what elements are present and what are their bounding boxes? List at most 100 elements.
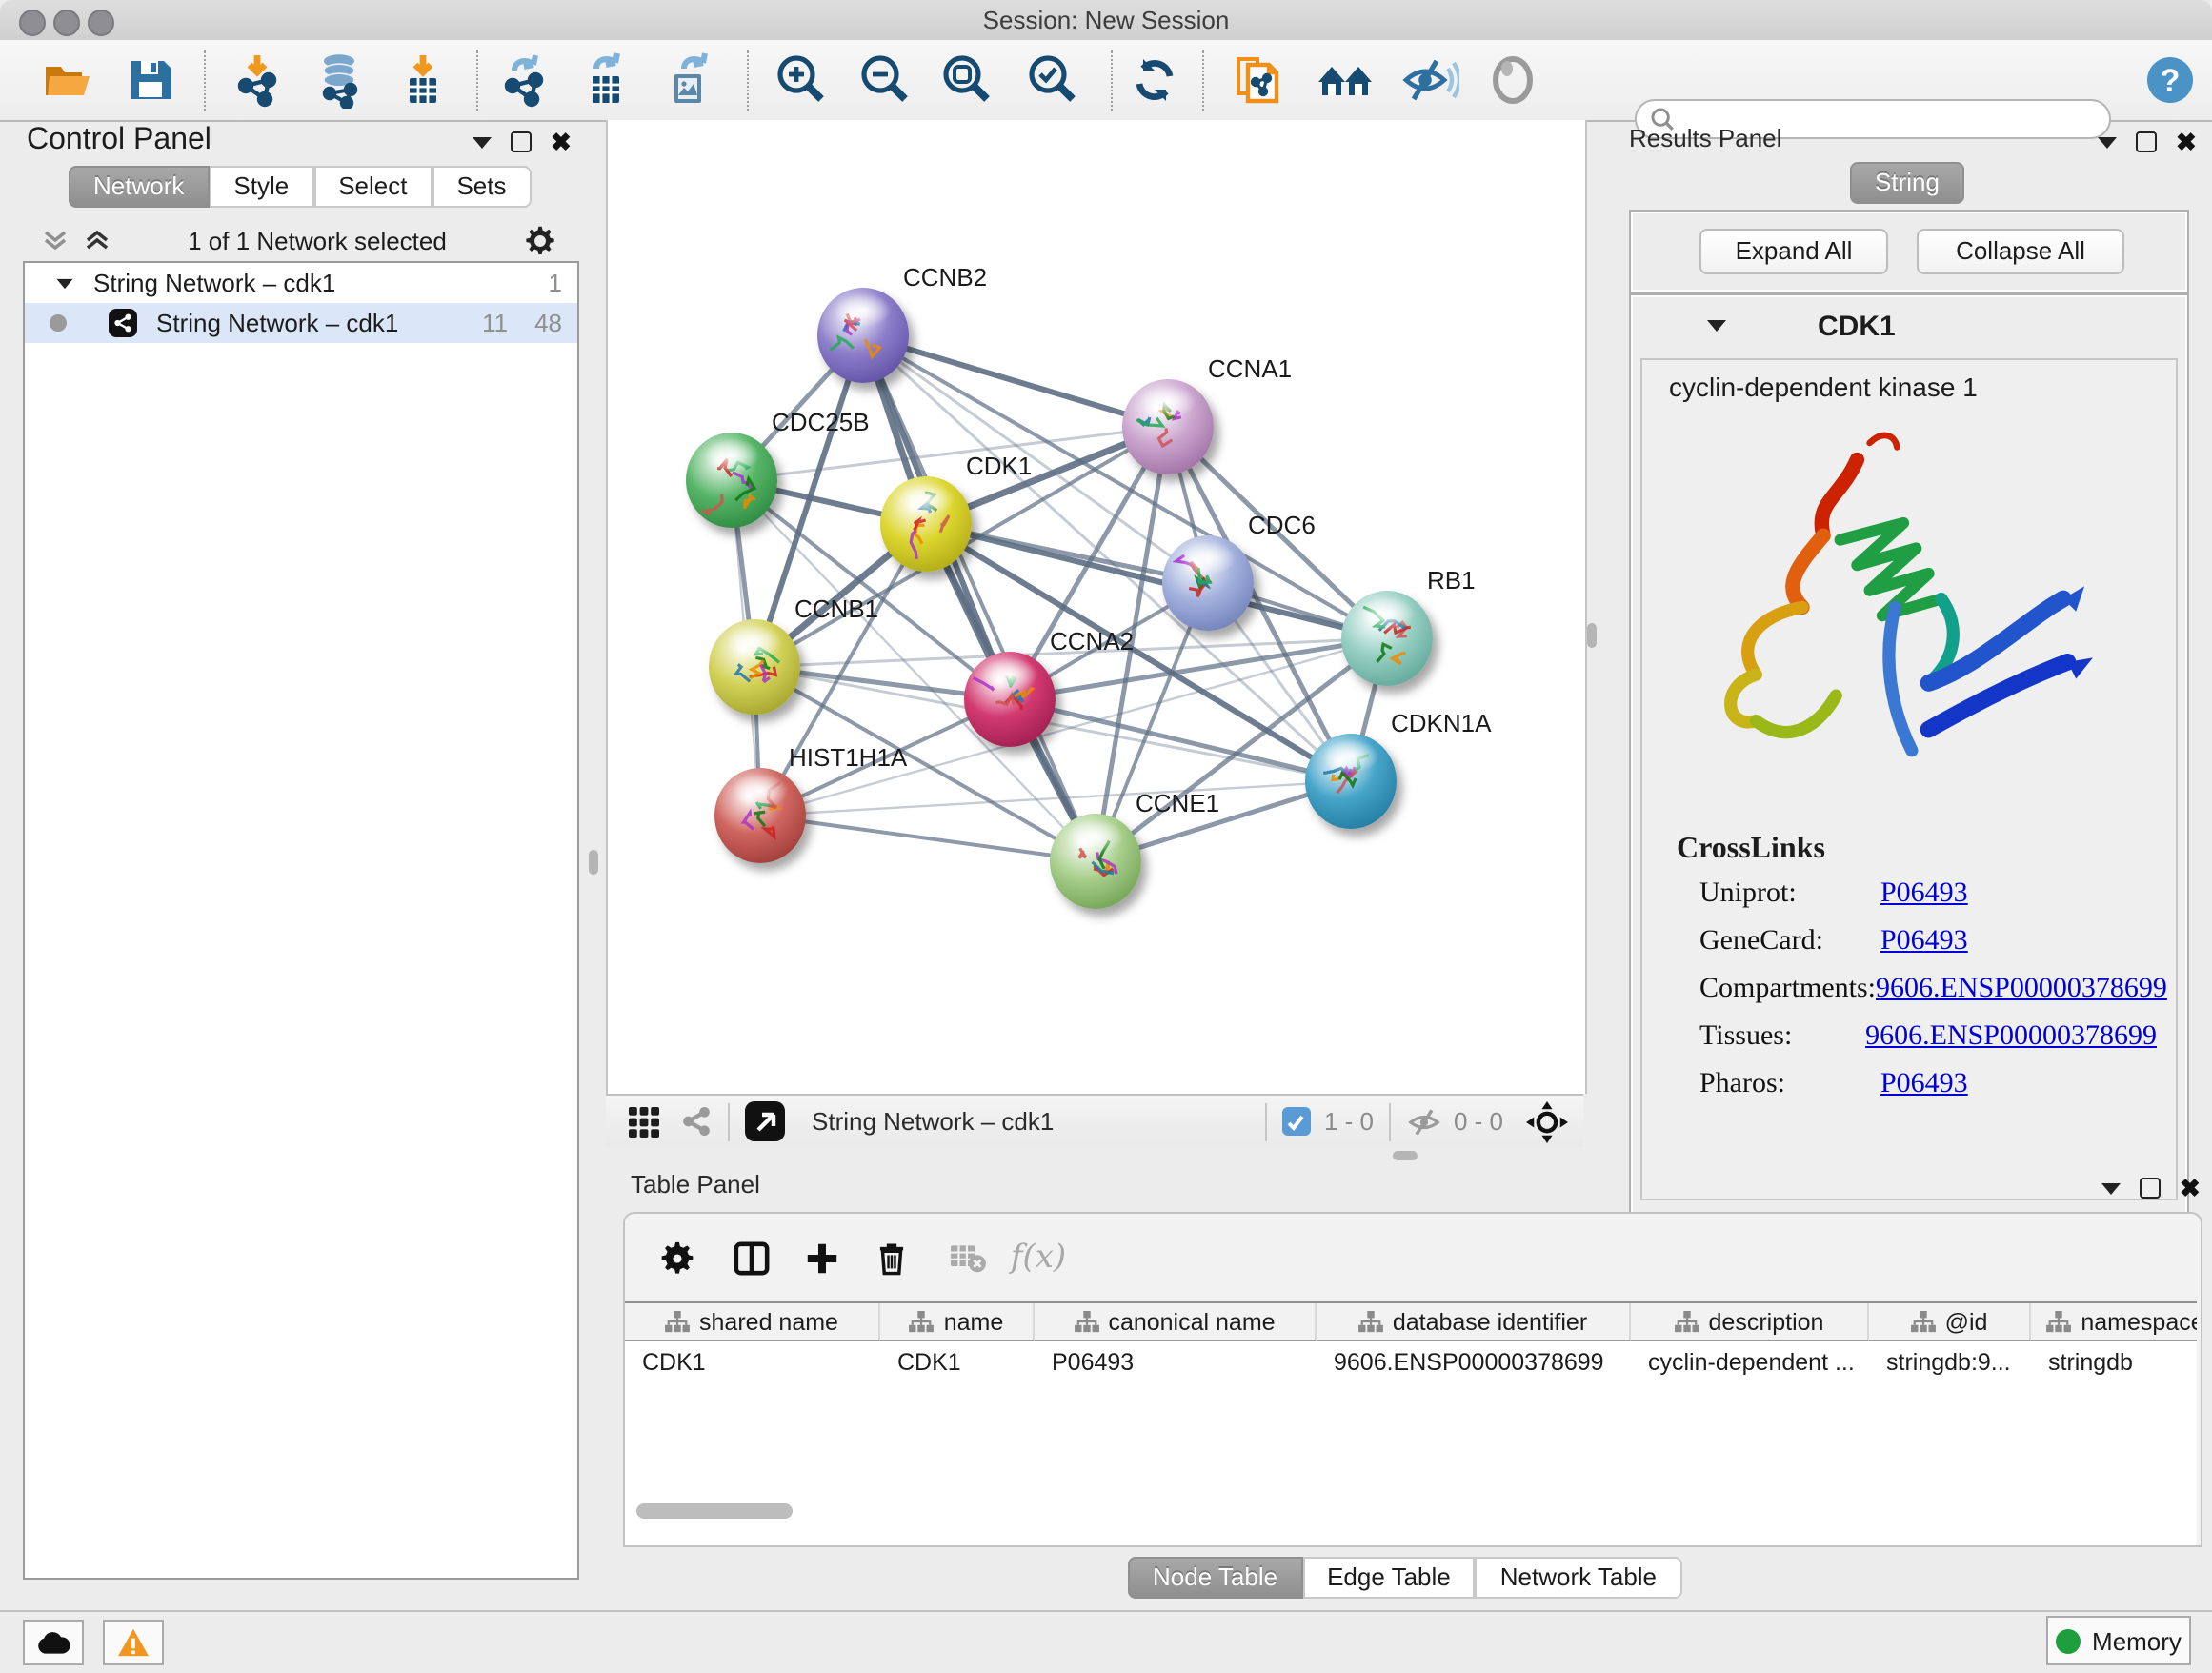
network-node-HIST1H1A[interactable] (714, 768, 806, 863)
zoom-out-button[interactable] (852, 48, 916, 112)
hidden-eye-icon[interactable] (1406, 1106, 1442, 1137)
network-canvas[interactable]: CCNB2CCNA1CDC25BCDK1CDC6RB1CCNB1CCNA2CDK… (606, 120, 1587, 1094)
import-table-button[interactable] (391, 48, 455, 112)
network-node-CCNB1[interactable] (709, 619, 800, 715)
string-home-button[interactable] (1313, 48, 1377, 112)
export-network-button[interactable] (492, 48, 556, 112)
toolbar-separator (476, 50, 478, 111)
bottom-splitter-handle[interactable] (1393, 1151, 1418, 1160)
zoom-in-icon (772, 51, 829, 109)
function-builder-button[interactable]: f(x) (1010, 1229, 1067, 1286)
export-table-button[interactable] (573, 48, 638, 112)
network-row-selected[interactable]: String Network – cdk1 11 48 (25, 303, 577, 343)
control-panel-close-icon[interactable]: ✖ (551, 133, 572, 151)
show-columns-button[interactable] (722, 1229, 779, 1286)
selected-nodes-checkbox[interactable] (1282, 1107, 1311, 1136)
collection-expand-icon[interactable] (57, 278, 73, 288)
import-network-from-database-button[interactable] (307, 48, 372, 112)
export-image-button[interactable] (657, 48, 722, 112)
tab-string[interactable]: String (1850, 162, 1964, 204)
tab-sets[interactable]: Sets (432, 166, 531, 208)
refresh-button[interactable] (1122, 48, 1187, 112)
expand-all-icon[interactable] (84, 227, 111, 253)
table-panel-close-icon[interactable]: ✖ (2180, 1179, 2201, 1197)
results-panel-float-icon[interactable] (2136, 131, 2157, 152)
crosslink-link[interactable]: P06493 (1880, 926, 1968, 958)
table-cell[interactable]: cyclin-dependent ... (1631, 1343, 1869, 1381)
table-horizontal-scrollbar[interactable] (636, 1503, 793, 1519)
network-node-CCNA1[interactable] (1122, 379, 1214, 474)
control-panel-float-icon[interactable] (511, 131, 532, 152)
toggle-graphics-button[interactable] (1480, 48, 1545, 112)
tab-node-table[interactable]: Node Table (1128, 1557, 1302, 1599)
export-table-icon (577, 51, 634, 109)
network-options-gear-icon[interactable] (524, 224, 556, 256)
table-cell[interactable]: CDK1 (625, 1343, 880, 1381)
network-node-CCNA2[interactable] (964, 652, 1056, 747)
network-collection-row[interactable]: String Network – cdk1 1 (25, 263, 577, 303)
save-session-button[interactable] (118, 48, 183, 112)
crosslink-link[interactable]: 9606.ENSP00000378699 (1865, 1021, 2157, 1054)
expand-all-button[interactable]: Expand All (1699, 229, 1888, 274)
column-header-name[interactable]: name (880, 1303, 1035, 1341)
crosslink-link[interactable]: P06493 (1880, 878, 1968, 911)
network-share-icon[interactable] (680, 1105, 713, 1138)
table-settings-button[interactable] (648, 1229, 705, 1286)
tab-style[interactable]: Style (209, 166, 313, 208)
network-node-CCNB2[interactable] (817, 288, 909, 383)
column-header-description[interactable]: description (1631, 1303, 1869, 1341)
grid-view-icon[interactable] (627, 1104, 661, 1139)
crosslink-link[interactable]: P06493 (1880, 1069, 1968, 1101)
tab-select[interactable]: Select (313, 166, 432, 208)
open-session-button[interactable] (34, 48, 99, 112)
table-panel-float-icon[interactable] (2140, 1178, 2161, 1199)
column-header-namespace[interactable]: namespace (2031, 1303, 2197, 1341)
network-node-RB1[interactable] (1341, 591, 1433, 686)
gene-collapse-icon[interactable] (1707, 320, 1726, 332)
column-header--id[interactable]: @id (1869, 1303, 2031, 1341)
memory-button[interactable]: Memory (2046, 1616, 2191, 1665)
results-panel-collapse-icon[interactable] (2098, 136, 2117, 148)
right-splitter-handle[interactable] (1587, 623, 1597, 648)
help-button[interactable]: ? (2138, 48, 2202, 112)
table-cell[interactable]: CDK1 (880, 1343, 1035, 1381)
zoom-fit-button[interactable] (934, 48, 998, 112)
table-cell[interactable]: P06493 (1035, 1343, 1317, 1381)
network-node-CDC6[interactable] (1162, 535, 1254, 631)
tab-network[interactable]: Network (69, 166, 209, 208)
birdseye-view-icon[interactable] (745, 1101, 785, 1141)
network-node-CDK1[interactable] (880, 476, 972, 572)
tab-edge-table[interactable]: Edge Table (1302, 1557, 1476, 1599)
collapse-all-icon[interactable] (42, 227, 69, 253)
table-panel-collapse-icon[interactable] (2101, 1182, 2121, 1194)
column-header-canonical-name[interactable]: canonical name (1035, 1303, 1317, 1341)
tab-network-table[interactable]: Network Table (1476, 1557, 1681, 1599)
gene-section-header[interactable]: CDK1 (1631, 295, 2187, 356)
crosslink-link[interactable]: 9606.ENSP00000378699 (1876, 974, 2167, 1006)
table-cell[interactable]: stringdb:9... (1869, 1343, 2031, 1381)
table-cell[interactable]: stringdb (2031, 1343, 2197, 1381)
string-import-button[interactable] (1227, 48, 1292, 112)
warnings-button[interactable] (103, 1620, 164, 1665)
zoom-in-button[interactable] (768, 48, 833, 112)
cloud-status-button[interactable] (23, 1620, 84, 1665)
results-panel-close-icon[interactable]: ✖ (2176, 133, 2197, 151)
node-table[interactable]: shared namenamecanonical namedatabase id… (625, 1301, 2197, 1545)
pan-crosshair-icon[interactable] (1526, 1100, 1568, 1142)
import-network-button[interactable] (225, 48, 290, 112)
network-node-CDC25B[interactable] (686, 433, 777, 528)
delete-table-button[interactable] (939, 1229, 996, 1286)
create-column-button[interactable] (793, 1229, 850, 1286)
column-header-database-identifier[interactable]: database identifier (1317, 1303, 1631, 1341)
hide-unhide-button[interactable] (1397, 48, 1461, 112)
delete-column-button[interactable] (863, 1229, 920, 1286)
crosslinks-title: CrossLinks (1677, 833, 1825, 867)
network-node-CCNE1[interactable] (1050, 814, 1141, 909)
table-cell[interactable]: 9606.ENSP00000378699 (1317, 1343, 1631, 1381)
collapse-all-button[interactable]: Collapse All (1917, 229, 2124, 274)
control-panel-collapse-icon[interactable] (473, 136, 492, 148)
network-node-CDKN1A[interactable] (1305, 734, 1397, 829)
column-header-shared-name[interactable]: shared name (625, 1303, 880, 1341)
zoom-selected-button[interactable] (1019, 48, 1084, 112)
left-splitter-handle[interactable] (589, 850, 598, 875)
